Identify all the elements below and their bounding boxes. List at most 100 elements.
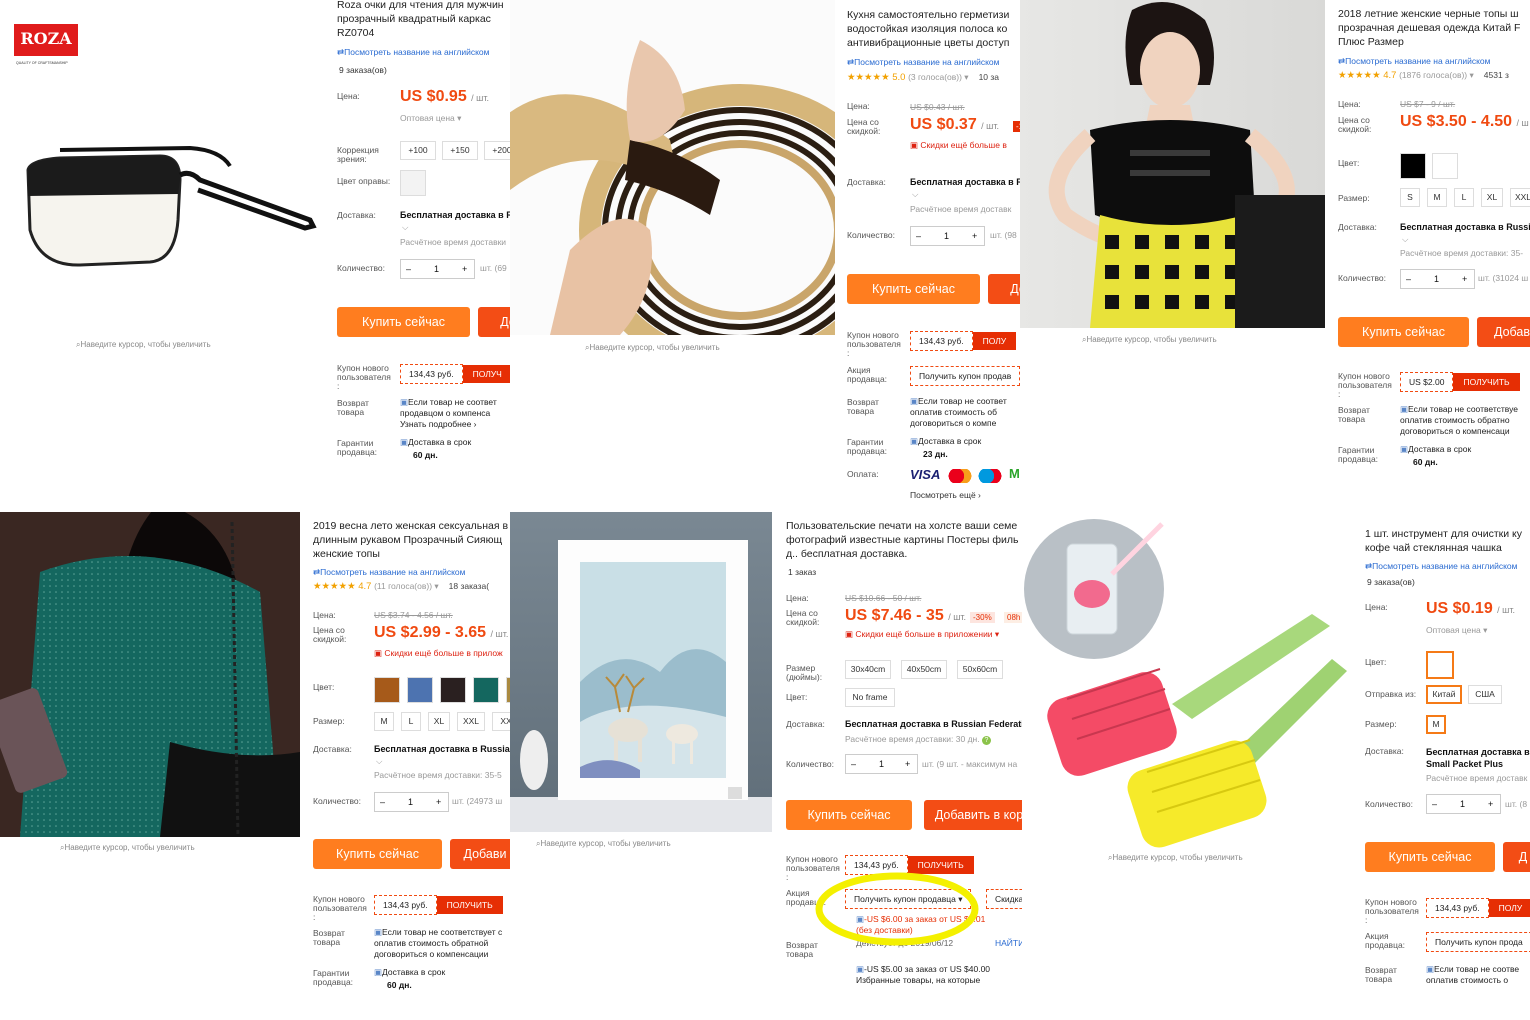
plus-icon[interactable]: + [462,260,467,278]
minus-icon[interactable]: – [406,260,411,278]
quantity-value[interactable]: 1 [944,227,949,245]
product-image[interactable]: ROZA QUALITY OF CRAFTSMANSHIP [0,0,325,335]
wholesale-link[interactable]: Оптовая цена ▾ [1426,625,1487,636]
seller-coupon-text[interactable]: Получить купон продав [910,366,1020,386]
plus-icon[interactable]: + [905,755,910,773]
minus-icon[interactable]: – [851,755,856,773]
rating[interactable]: ★★★★★ 5.0 (3 голоса(ов)) ▾ 10 за [847,72,999,83]
color-option[interactable] [440,677,466,703]
translate-link[interactable]: Посмотреть название на английском [847,57,999,68]
quantity-stepper[interactable]: – 1 + [845,754,918,774]
size-option[interactable]: 30x40cm [845,660,891,679]
get-coupon-button[interactable]: ПОЛУ [972,332,1017,350]
app-discount-link[interactable]: ▣ Скидки ещё больше в приложении ▾ [845,629,999,640]
coupon[interactable]: 134,43 руб. ПОЛУ [1426,898,1530,918]
correction-option[interactable]: +100 [400,141,436,160]
add-to-cart-button[interactable]: Добавить в кор [924,800,1022,830]
app-discount-link[interactable]: ▣ Скидки ещё больше в прилож [374,648,503,659]
plus-icon[interactable]: + [1462,270,1467,288]
add-to-cart-button[interactable]: Д [1503,842,1530,872]
size-option[interactable]: 50x60cm [957,660,1003,679]
buy-now-button[interactable]: Купить сейчас [786,800,912,830]
correction-option[interactable]: +150 [442,141,478,160]
chevron-down-icon[interactable]: ⌵ [912,189,918,200]
product-image[interactable] [1020,0,1325,328]
translate-link[interactable]: Посмотреть название на английском [337,47,489,58]
minus-icon[interactable]: – [380,793,385,811]
quantity-value[interactable]: 1 [1460,795,1465,813]
product-image[interactable] [0,512,300,837]
color-option-white[interactable] [1432,153,1458,179]
rating[interactable]: ★★★★★ 4.7 (11 голоса(ов)) ▾ 18 заказа( [313,581,489,592]
buy-now-button[interactable]: Купить сейчас [337,307,470,337]
translate-link[interactable]: Посмотреть название на английском [1338,56,1490,67]
size-option[interactable]: 40x50cm [901,660,947,679]
size-option[interactable]: XX [492,712,510,731]
quantity-stepper[interactable]: – 1 + [1400,269,1475,289]
plus-icon[interactable]: + [972,227,977,245]
rating[interactable]: ★★★★★ 4.7 (1876 голоса(ов)) ▾ 4531 з [1338,70,1509,81]
size-option[interactable]: XXL [457,712,485,731]
chevron-down-icon[interactable]: ⌵ [402,222,408,233]
more-payments-link[interactable]: Посмотреть ещё › [910,490,981,500]
ship-from-option-usa[interactable]: США [1468,685,1502,704]
translate-link[interactable]: Посмотреть название на английском [313,567,465,578]
add-to-cart-button[interactable]: Добав [1477,317,1530,347]
color-option[interactable] [407,677,433,703]
product-image[interactable] [510,0,835,335]
coupon[interactable]: US $2.00 ПОЛУЧИТЬ [1400,372,1520,392]
wholesale-link[interactable]: Оптовая цена ▾ [400,113,461,124]
color-option-black[interactable] [1400,153,1426,179]
seller-coupon[interactable]: Получить купон продав [910,366,1020,386]
quantity-stepper[interactable]: – 1 + [910,226,985,246]
translate-link[interactable]: Посмотреть название на английском [1365,561,1517,572]
find-link[interactable]: НАЙТИ [995,938,1022,948]
quantity-stepper[interactable]: – 1 + [400,259,475,279]
coupon[interactable]: 134,43 руб. ПОЛУЧ [400,364,510,384]
add-to-cart-button[interactable]: До [478,307,510,337]
color-option-selected[interactable] [1426,651,1454,679]
product-image[interactable] [510,512,772,832]
quantity-value[interactable]: 1 [879,755,884,773]
frame-color-option[interactable] [400,170,426,196]
help-icon[interactable]: ? [981,736,991,745]
quantity-stepper[interactable]: – 1 + [1426,794,1501,814]
buy-now-button[interactable]: Купить сейчас [313,839,442,869]
get-coupon-button[interactable]: ПОЛУЧИТЬ [436,896,503,914]
chevron-down-icon[interactable]: ⌵ [376,756,382,767]
minus-icon[interactable]: – [1432,795,1437,813]
color-option[interactable] [473,677,499,703]
get-coupon-button[interactable]: ПОЛУЧИТЬ [1453,373,1520,391]
correction-option[interactable]: +200 [484,141,510,160]
buy-now-button[interactable]: Купить сейчас [1338,317,1469,347]
size-option[interactable]: L [1454,188,1474,207]
coupon[interactable]: 134,43 руб. ПОЛУ [910,331,1017,351]
quantity-value[interactable]: 1 [434,260,439,278]
chevron-down-icon[interactable]: ⌵ [1402,234,1408,245]
size-option[interactable]: M [374,712,394,731]
ship-from-option-china[interactable]: Китай [1426,685,1462,704]
size-option[interactable]: XXL [1510,188,1530,207]
minus-icon[interactable]: – [916,227,921,245]
buy-now-button[interactable]: Купить сейчас [1365,842,1495,872]
get-coupon-button[interactable]: ПОЛУ [1488,899,1530,917]
size-option[interactable]: XL [1481,188,1503,207]
add-to-cart-button[interactable]: Добави [450,839,510,869]
get-coupon-button[interactable]: ПОЛУЧ [462,365,510,383]
size-option-selected[interactable]: M [1426,715,1446,734]
product-image[interactable] [1022,514,1352,849]
size-option[interactable]: M [1427,188,1447,207]
app-discount-link[interactable]: ▣ Скидки ещё больше в [910,140,1007,151]
quantity-value[interactable]: 1 [408,793,413,811]
plus-icon[interactable]: + [1488,795,1493,813]
coupon[interactable]: 134,43 руб. ПОЛУЧИТЬ [374,895,503,915]
discount-tab-text[interactable]: Скидка [986,889,1022,909]
add-to-cart-button[interactable]: До [988,274,1020,304]
color-option[interactable] [374,677,400,703]
size-option[interactable]: XL [428,712,450,731]
seller-coupon[interactable]: Получить купон прода [1426,932,1530,952]
buy-now-button[interactable]: Купить сейчас [847,274,980,304]
seller-coupon-text[interactable]: Получить купон прода [1426,932,1530,952]
size-option[interactable]: L [401,712,421,731]
frame-option[interactable]: No frame [845,688,895,707]
